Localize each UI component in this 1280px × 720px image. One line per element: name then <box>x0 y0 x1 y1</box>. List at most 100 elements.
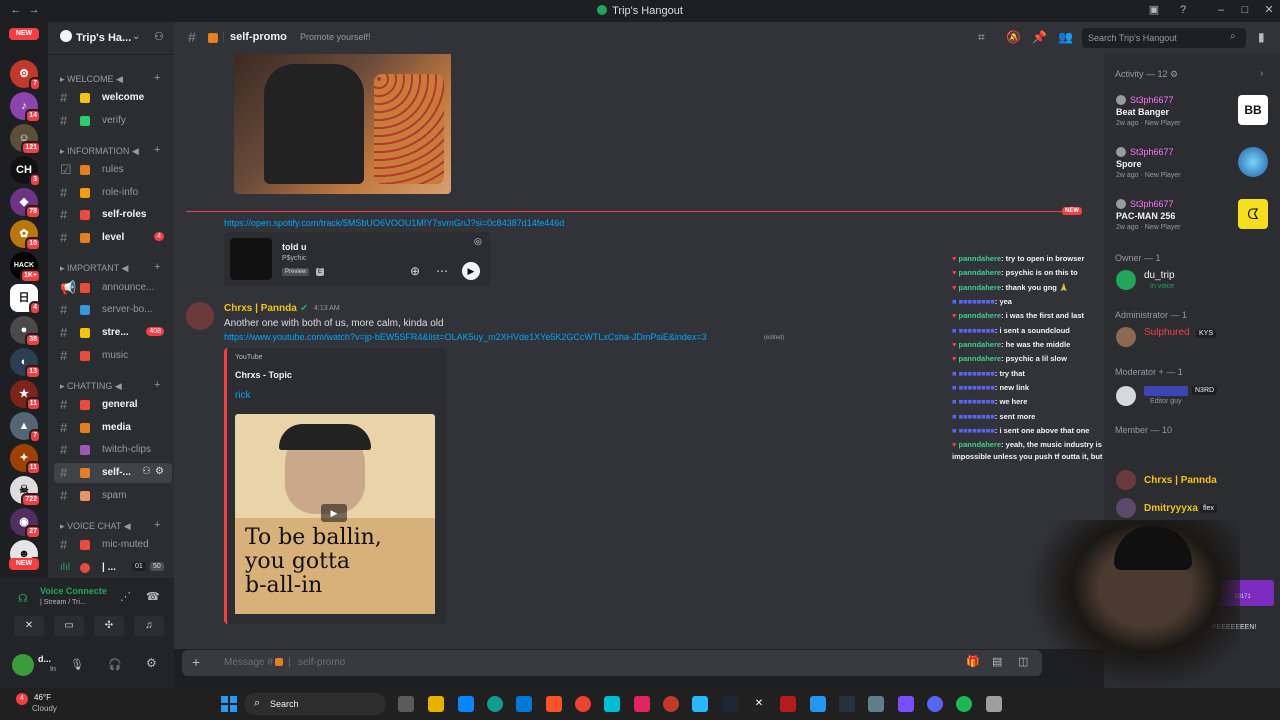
voice-channel-stream[interactable]: ılıl | ... 01 50 <box>54 558 170 578</box>
avatar[interactable] <box>186 302 214 330</box>
add-channel-icon[interactable]: + <box>154 72 160 84</box>
discord-icon[interactable] <box>927 696 943 712</box>
server-icon[interactable]: ☠ 722 <box>10 476 41 507</box>
voice-channel-name[interactable]: | Stream / Tri... <box>40 599 86 606</box>
app-icon[interactable] <box>898 696 914 712</box>
category-important[interactable]: ▸ IMPORTANT ◀ <box>60 263 128 274</box>
app-icon[interactable] <box>780 696 796 712</box>
maximize-icon[interactable]: □ <box>1239 4 1251 16</box>
gif-icon[interactable]: ▤ <box>992 655 1002 668</box>
minimize-icon[interactable]: – <box>1215 4 1227 16</box>
app-icon[interactable] <box>458 696 474 712</box>
server-icon[interactable]: ◐ 13 <box>10 348 41 379</box>
track-artist[interactable]: P$ychic <box>282 255 307 262</box>
server-icon[interactable]: ◉ 27 <box>10 508 41 539</box>
youtube-embed[interactable]: YouTube Chrxs - Topic rick ▶ To be balli… <box>224 348 447 624</box>
server-icon[interactable]: ✦ 11 <box>10 444 41 475</box>
avatar[interactable] <box>1116 386 1136 406</box>
category-chatting[interactable]: ▸ CHATTING ◀ <box>60 381 122 392</box>
activities-icon[interactable]: ✣ <box>94 616 124 636</box>
gear-icon[interactable]: ⚙ <box>1170 69 1178 79</box>
channel-welcome[interactable]: # welcome <box>54 88 170 108</box>
weather-desc[interactable]: Cloudy <box>32 704 57 713</box>
microphone-icon[interactable]: 🎙 <box>70 658 84 671</box>
taskbar-search[interactable]: ⌕ Search <box>244 693 386 715</box>
play-icon[interactable]: ▶ <box>462 262 480 280</box>
member-name[interactable]: Sulphured <box>1144 327 1190 338</box>
youtube-link[interactable]: https://www.youtube.com/watch?v=jp-bEW5S… <box>224 332 707 342</box>
headphones-icon[interactable]: 🎧 <box>108 658 122 671</box>
activity-card[interactable]: St3ph6677 PAC-MAN 256 2w ago · New Playe… <box>1110 199 1274 245</box>
add-channel-icon[interactable]: + <box>154 261 160 273</box>
server-icon[interactable]: 日4 <box>10 284 41 315</box>
channel-media[interactable]: # media <box>54 418 170 438</box>
windows-start-icon[interactable] <box>221 696 237 712</box>
add-attachment-icon[interactable]: + <box>192 654 200 670</box>
channel-general[interactable]: # general <box>54 395 170 415</box>
file-explorer-icon[interactable] <box>428 696 444 712</box>
add-member-icon[interactable]: ⚇ <box>154 30 164 43</box>
task-view-icon[interactable] <box>398 696 414 712</box>
capcut-icon[interactable]: ✕ <box>751 696 767 712</box>
message-composer[interactable]: + Message # | self-promo 🎁 ▤ ◫ <box>182 650 1042 676</box>
add-icon[interactable]: ⊕ <box>410 264 420 278</box>
spotify-icon[interactable] <box>956 696 972 712</box>
app-icon[interactable] <box>634 696 650 712</box>
settings-gear-icon[interactable]: ⚙ <box>146 656 157 670</box>
search-input[interactable]: Search Trip's Hangout ⌕ <box>1082 28 1246 48</box>
category-information[interactable]: ▸ INFORMATION ◀ <box>60 146 139 157</box>
channel-twitch-clips[interactable]: # twitch-clips <box>54 440 170 460</box>
embed-title[interactable]: rick <box>235 390 251 401</box>
screen-share-icon[interactable]: ▭ <box>54 616 84 636</box>
noise-suppression-icon[interactable]: ⋰ <box>120 590 131 603</box>
server-icon[interactable]: ✿ 10 <box>10 220 41 251</box>
brave-icon[interactable] <box>546 696 562 712</box>
category-voice-chat[interactable]: ▸ VOICE CHAT ◀ <box>60 521 131 532</box>
app-icon[interactable] <box>604 696 620 712</box>
inbox-icon[interactable]: ▮ <box>1258 30 1265 44</box>
member-name[interactable]: du_trip <box>1144 270 1175 281</box>
help-icon[interactable]: ? <box>1177 4 1189 16</box>
channel-rules[interactable]: ☑ rules <box>54 160 170 180</box>
member-name[interactable] <box>1144 386 1188 396</box>
gift-icon[interactable]: 🎁 <box>966 655 980 668</box>
server-icon[interactable]: CH 3 <box>10 156 41 187</box>
avatar[interactable] <box>1116 327 1136 347</box>
camera-off-icon[interactable]: ✕ <box>14 616 44 636</box>
gear-icon[interactable]: ⚙ <box>155 466 164 477</box>
chrome-icon[interactable] <box>575 696 591 712</box>
app-icon[interactable] <box>810 696 826 712</box>
add-channel-icon[interactable]: + <box>154 519 160 531</box>
more-options-icon[interactable]: ⋯ <box>436 264 448 278</box>
server-icon[interactable]: ⚙ 7 <box>10 60 41 91</box>
soundboard-icon[interactable]: ♫ <box>134 616 164 636</box>
avatar[interactable] <box>12 654 34 676</box>
channel-self-roles[interactable]: # self-roles <box>54 205 170 225</box>
mail-icon[interactable] <box>516 696 532 712</box>
channel-announcements[interactable]: 📢 announce... <box>54 278 170 298</box>
threads-icon[interactable]: ⌗ <box>978 30 985 45</box>
chevron-right-icon[interactable]: › <box>1260 68 1263 79</box>
server-icon[interactable]: ☺ 121 <box>10 124 41 155</box>
app-icon[interactable] <box>839 696 855 712</box>
server-header[interactable]: Trip's Ha... ⌄ ⚇ <box>48 22 174 55</box>
voice-status[interactable]: Voice Connecte <box>40 586 107 596</box>
disconnect-icon[interactable]: ☎ <box>146 590 160 603</box>
message-author[interactable]: Chrxs | Pannda <box>224 303 297 314</box>
channel-music[interactable]: # music <box>54 346 170 366</box>
steam-icon[interactable] <box>722 696 738 712</box>
embed-author[interactable]: Chrxs - Topic <box>235 370 292 380</box>
add-channel-icon[interactable]: + <box>154 379 160 391</box>
avatar[interactable] <box>1116 270 1136 290</box>
add-channel-icon[interactable]: + <box>154 144 160 156</box>
app-icon[interactable] <box>986 696 1002 712</box>
channel-level[interactable]: # level 4 <box>54 228 170 248</box>
member-name[interactable]: Chrxs | Pannda <box>1144 475 1217 486</box>
channel-verify[interactable]: # verify <box>54 111 170 131</box>
notifications-muted-icon[interactable]: 🔕 <box>1006 30 1021 44</box>
server-icon[interactable]: ● 38 <box>10 316 41 347</box>
play-icon[interactable]: ▶ <box>321 504 347 522</box>
channel-role-info[interactable]: # role-info <box>54 183 170 203</box>
weather-temp[interactable]: 46°F <box>34 693 51 702</box>
invite-icon[interactable]: ⚇ <box>142 466 151 477</box>
